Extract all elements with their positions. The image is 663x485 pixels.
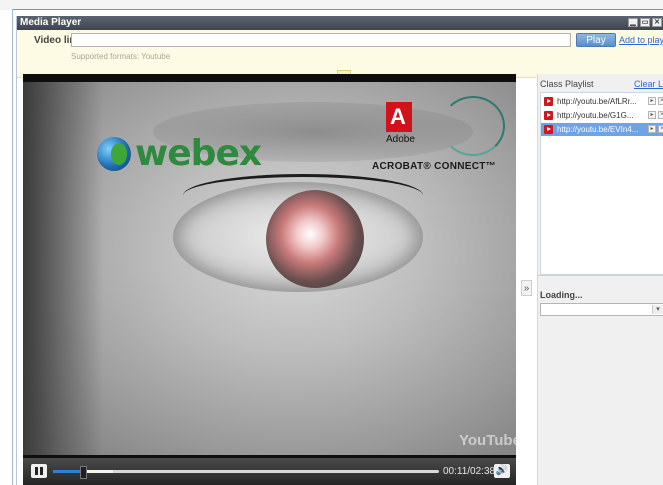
- video-link-input[interactable]: [71, 33, 571, 47]
- seek-handle[interactable]: [80, 466, 88, 479]
- seek-progress: [53, 470, 81, 473]
- pause-icon[interactable]: [31, 464, 47, 478]
- play-button[interactable]: Play: [576, 33, 616, 47]
- youtube-icon: [544, 97, 553, 106]
- youtube-icon: [544, 125, 553, 134]
- video-control-bar: 00:11/02:38 🔊: [23, 458, 516, 485]
- playlist-panel: Class Playlist Clear List http://youtu.b…: [537, 74, 663, 485]
- minimize-icon[interactable]: ▁: [628, 18, 638, 27]
- webex-logo: webex: [97, 133, 262, 174]
- panel-expand-button[interactable]: »: [521, 280, 532, 296]
- supported-formats-text: Supported formats: Youtube: [71, 52, 171, 61]
- acrobat-swirl-icon: [441, 96, 505, 156]
- panel-divider: [538, 275, 663, 276]
- remove-item-icon[interactable]: ×: [658, 97, 663, 105]
- loading-label: Loading...: [540, 290, 583, 300]
- seek-bar[interactable]: [53, 470, 439, 473]
- youtube-watermark[interactable]: YouTube: [459, 432, 516, 449]
- video-player[interactable]: webex Adobe ACROBAT® CONNECT™ YouTube 00…: [23, 74, 516, 485]
- video-frame[interactable]: webex Adobe ACROBAT® CONNECT™ YouTube: [23, 82, 516, 455]
- youtube-icon: [544, 111, 553, 120]
- adobe-mark-icon: [386, 102, 412, 132]
- chevron-down-icon[interactable]: ▾: [652, 305, 663, 314]
- title-bar[interactable]: Media Player ▁ ▭ ✕: [17, 16, 663, 30]
- restore-icon[interactable]: ▭: [640, 18, 650, 27]
- playlist-list[interactable]: http://youtu.be/AfLRr... ▸ × http://yout…: [540, 92, 663, 275]
- close-icon[interactable]: ✕: [652, 18, 662, 27]
- remove-item-icon[interactable]: ×: [658, 125, 663, 133]
- list-item-selected[interactable]: http://youtu.be/EVIn4... ▸ ×: [541, 123, 663, 136]
- list-item[interactable]: http://youtu.be/G1G... ▸ ×: [541, 109, 663, 122]
- playlist-item-url: http://youtu.be/G1G...: [557, 111, 634, 120]
- play-item-icon[interactable]: ▸: [648, 111, 656, 119]
- time-display: 00:11/02:38: [443, 466, 496, 477]
- page-border-line: [12, 9, 663, 10]
- video-link-bar: Video link: Play Add to playlist Support…: [17, 30, 663, 82]
- playlist-item-url: http://youtu.be/EVIn4...: [557, 125, 639, 134]
- adobe-logo: Adobe: [386, 102, 415, 150]
- add-to-playlist-link[interactable]: Add to playlist: [619, 35, 663, 45]
- play-item-icon[interactable]: ▸: [648, 97, 656, 105]
- play-item-icon[interactable]: ▸: [648, 125, 656, 133]
- webex-wordmark: webex: [135, 133, 262, 174]
- loading-dropdown[interactable]: ▾: [540, 303, 663, 316]
- video-iris: [266, 190, 364, 288]
- window-controls: ▁ ▭ ✕: [628, 18, 662, 27]
- media-player-window: Media Player ▁ ▭ ✕ Video link: Play Add …: [16, 16, 663, 485]
- playlist-item-url: http://youtu.be/AfLRr...: [557, 97, 637, 106]
- globe-icon: [97, 137, 131, 171]
- acrobat-connect-wordmark: ACROBAT® CONNECT™: [372, 161, 496, 172]
- clear-list-link[interactable]: Clear List: [634, 79, 663, 89]
- page-border-left: [12, 9, 13, 485]
- playlist-title: Class Playlist: [540, 79, 594, 89]
- video-shadow: [23, 82, 103, 455]
- list-item[interactable]: http://youtu.be/AfLRr... ▸ ×: [541, 95, 663, 108]
- window-title: Media Player: [20, 17, 82, 28]
- remove-item-icon[interactable]: ×: [658, 111, 663, 119]
- adobe-wordmark: Adobe: [386, 134, 415, 145]
- speaker-icon[interactable]: 🔊: [494, 464, 510, 478]
